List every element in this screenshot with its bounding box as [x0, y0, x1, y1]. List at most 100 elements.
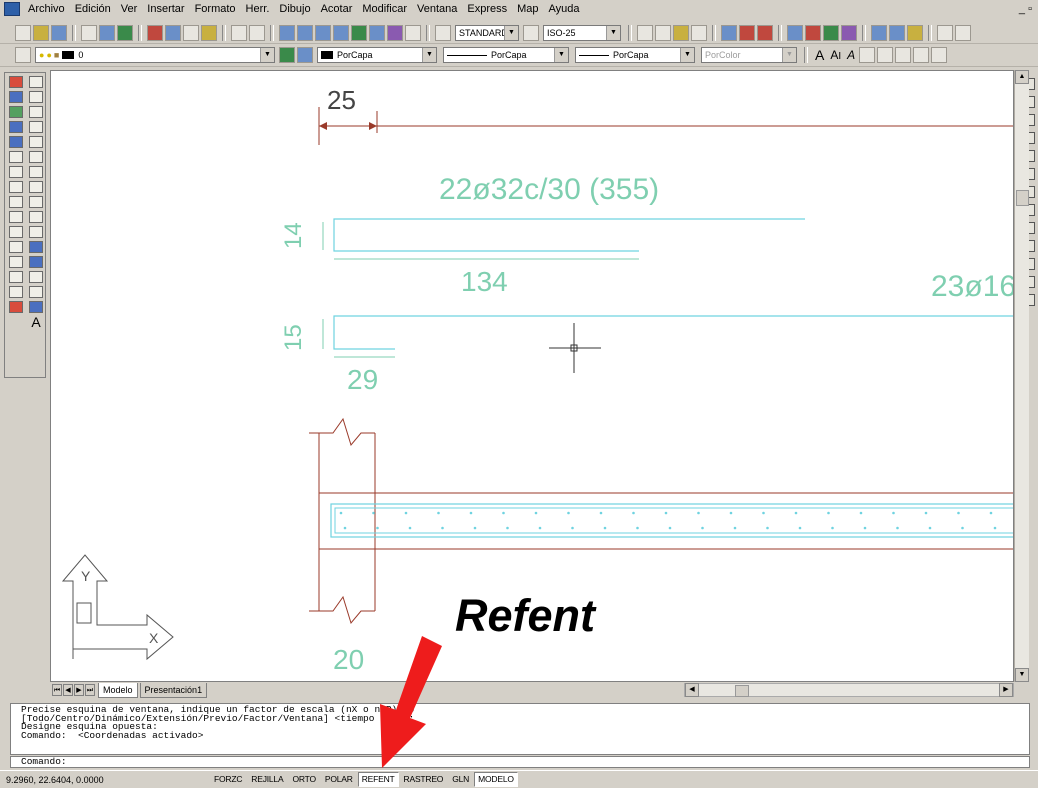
layout-tool-1-icon[interactable] — [871, 24, 887, 41]
toggle-forzc[interactable]: FORZC — [210, 772, 246, 787]
point-icon[interactable] — [29, 271, 43, 283]
menu-acotar[interactable]: Acotar — [316, 0, 358, 18]
scroll-right-icon[interactable]: ▶ — [999, 683, 1013, 697]
redo-icon[interactable] — [249, 24, 265, 41]
zoom-realtime-icon[interactable] — [297, 24, 313, 41]
horizontal-scrollbar[interactable]: ◀ ▶ — [684, 683, 1014, 697]
menu-herr[interactable]: Herr. — [241, 0, 275, 18]
menu-archivo[interactable]: Archivo — [23, 0, 70, 18]
scale-icon[interactable] — [9, 181, 23, 193]
express-tool-5-icon[interactable] — [805, 24, 821, 41]
express-tool-1-icon[interactable] — [721, 24, 737, 41]
explode-icon[interactable] — [9, 301, 23, 313]
chevron-down-icon[interactable]: ▼ — [554, 48, 568, 62]
toggle-polar[interactable]: POLAR — [321, 772, 357, 787]
publish-icon[interactable] — [117, 24, 133, 41]
properties-icon[interactable] — [351, 24, 367, 41]
zoom-window-icon[interactable] — [315, 24, 331, 41]
match-properties-icon[interactable] — [201, 24, 217, 41]
toggle-refent[interactable]: REFENT — [357, 772, 399, 787]
make-block-icon[interactable] — [29, 256, 43, 268]
dimension-style-icon[interactable] — [523, 24, 539, 41]
menu-ayuda[interactable]: Ayuda — [544, 0, 585, 18]
vertical-scrollbar[interactable]: ▲ ▼ — [1014, 70, 1029, 682]
cut-icon[interactable] — [147, 24, 163, 41]
dim-style-select[interactable]: ISO-25 ▼ — [543, 24, 621, 41]
first-tab-icon[interactable]: ⏮ — [52, 684, 62, 696]
erase-icon[interactable] — [9, 76, 23, 88]
region-icon[interactable] — [29, 301, 43, 313]
express-tool-6-icon[interactable] — [823, 24, 839, 41]
chevron-down-icon[interactable]: ▼ — [680, 48, 694, 62]
array-icon[interactable] — [9, 136, 23, 148]
toggle-gln[interactable]: GLN — [448, 772, 473, 787]
tab-modelo[interactable]: Modelo — [98, 682, 138, 698]
window-controls[interactable]: _ ▫ — [1019, 3, 1038, 15]
chevron-down-icon[interactable]: ▼ — [260, 48, 274, 62]
text-scale-icon[interactable] — [877, 47, 894, 63]
rotate-icon[interactable] — [9, 166, 23, 178]
trim-icon[interactable] — [9, 211, 23, 223]
layer-manager-icon[interactable] — [15, 47, 31, 63]
menu-ventana[interactable]: Ventana — [412, 0, 462, 18]
menu-ver[interactable]: Ver — [116, 0, 143, 18]
spline-icon[interactable] — [29, 196, 43, 208]
print-preview-icon[interactable] — [99, 24, 115, 41]
fillet-icon[interactable] — [9, 286, 23, 298]
h-scroll-thumb[interactable] — [735, 685, 749, 697]
chevron-down-icon[interactable]: ▼ — [606, 25, 620, 40]
menu-express[interactable]: Express — [462, 0, 512, 18]
scroll-thumb[interactable] — [1016, 190, 1029, 206]
chamfer-icon[interactable] — [9, 271, 23, 283]
layout-tool-2-icon[interactable] — [889, 24, 905, 41]
map-tool-4-icon[interactable] — [691, 24, 707, 41]
stretch-icon[interactable] — [9, 196, 23, 208]
coordinates-readout[interactable]: 9.2960, 22.6404, 0.0000 — [0, 775, 196, 785]
revision-cloud-icon[interactable] — [29, 181, 43, 193]
autocad-app-icon[interactable] — [4, 2, 20, 16]
scroll-up-icon[interactable]: ▲ — [1015, 70, 1029, 84]
layout-tool-5-icon[interactable] — [955, 24, 971, 41]
tab-presentacion1[interactable]: Presentación1 — [139, 682, 208, 698]
map-tool-2-icon[interactable] — [655, 24, 671, 41]
print-icon[interactable] — [81, 24, 97, 41]
break-icon[interactable] — [9, 241, 23, 253]
help-icon[interactable] — [405, 24, 421, 41]
next-tab-icon[interactable]: ▶ — [74, 684, 84, 696]
ellipse-icon[interactable] — [29, 211, 43, 223]
text-spell-icon[interactable] — [931, 47, 948, 63]
menu-insertar[interactable]: Insertar — [142, 0, 189, 18]
linetype-select[interactable]: PorCapa ▼ — [443, 47, 569, 63]
join-icon[interactable] — [9, 256, 23, 268]
make-object-layer-current-icon[interactable] — [279, 47, 295, 63]
command-input[interactable]: Comando: — [10, 756, 1030, 768]
map-tool-1-icon[interactable] — [637, 24, 653, 41]
text-style-select[interactable]: STANDARD ▼ — [455, 24, 519, 41]
scroll-left-icon[interactable]: ◀ — [685, 683, 699, 697]
text-tool-icon[interactable]: A — [815, 47, 824, 63]
rectangle-icon[interactable] — [29, 136, 43, 148]
menu-formato[interactable]: Formato — [190, 0, 241, 18]
lineweight-select[interactable]: PorCapa ▼ — [575, 47, 695, 63]
prev-tab-icon[interactable]: ◀ — [63, 684, 73, 696]
chevron-down-icon[interactable]: ▼ — [504, 25, 518, 40]
hatch-icon[interactable] — [29, 286, 43, 298]
chevron-down-icon[interactable]: ▼ — [422, 48, 436, 62]
move-icon[interactable] — [9, 151, 23, 163]
zoom-previous-icon[interactable] — [333, 24, 349, 41]
open-file-icon[interactable] — [33, 24, 49, 41]
express-tool-4-icon[interactable] — [787, 24, 803, 41]
multiline-text-icon[interactable]: AI — [830, 48, 841, 62]
text-convert-icon[interactable] — [913, 47, 930, 63]
circle-icon[interactable] — [29, 166, 43, 178]
menu-edicion[interactable]: Edición — [70, 0, 116, 18]
polyline-icon[interactable] — [29, 106, 43, 118]
menu-dibujo[interactable]: Dibujo — [274, 0, 315, 18]
express-tool-7-icon[interactable] — [841, 24, 857, 41]
color-select[interactable]: PorCapa ▼ — [317, 47, 437, 63]
layer-select[interactable]: ● ● ■ 0 ▼ — [35, 47, 275, 63]
insert-block-icon[interactable] — [29, 241, 43, 253]
toggle-rejilla[interactable]: REJILLA — [247, 772, 287, 787]
layout-tool-4-icon[interactable] — [937, 24, 953, 41]
edit-text-icon[interactable]: A — [847, 48, 855, 62]
